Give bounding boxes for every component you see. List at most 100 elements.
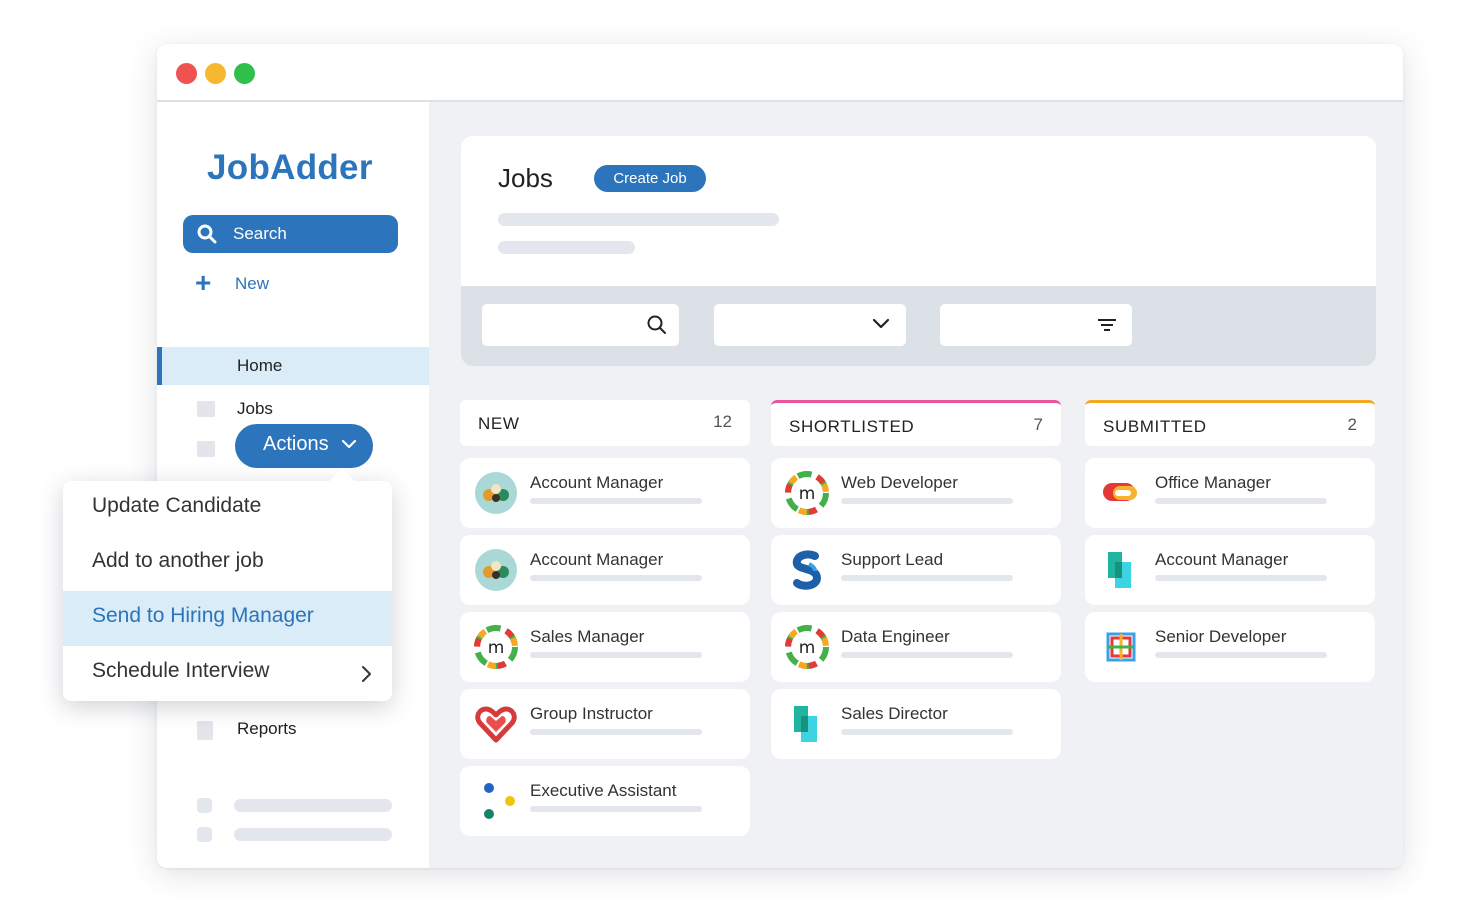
job-card[interactable]: m Web Developer	[771, 458, 1061, 528]
skeleton-bar	[234, 828, 392, 841]
column-count: 2	[1347, 415, 1357, 434]
new-label: New	[235, 274, 270, 293]
actions-label: Actions	[263, 433, 329, 455]
column-header-submitted: SUBMITTED 2	[1085, 400, 1375, 446]
search-label: Search	[233, 224, 287, 243]
job-card[interactable]: Account Manager	[460, 535, 750, 605]
job-card[interactable]: Group Instructor	[460, 689, 750, 759]
skeleton-bar	[1155, 652, 1327, 658]
search-button[interactable]: Search	[183, 215, 398, 253]
skeleton-icon	[197, 798, 212, 813]
menu-item-schedule-interview[interactable]: Schedule Interview	[63, 646, 392, 701]
job-card[interactable]: Account Manager	[460, 458, 750, 528]
svg-text:m: m	[799, 484, 816, 504]
column-title: SUBMITTED	[1103, 417, 1207, 436]
job-card[interactable]: m Sales Manager	[460, 612, 750, 682]
job-card[interactable]: Account Manager	[1085, 535, 1375, 605]
skeleton-bar	[841, 498, 1013, 504]
skeleton-bar	[530, 652, 702, 658]
svg-text:m: m	[799, 638, 816, 658]
job-title: Data Engineer	[841, 627, 950, 646]
nav-reports-label: Reports	[237, 719, 297, 738]
skeleton-bar	[234, 799, 392, 812]
blocks-logo	[1108, 552, 1131, 588]
briefcase-icon	[197, 441, 215, 457]
menu-item-label: Schedule Interview	[92, 659, 270, 682]
job-card[interactable]: Senior Developer	[1085, 612, 1375, 682]
close-dot[interactable]	[176, 63, 197, 84]
job-title: Web Developer	[841, 473, 958, 492]
filter-search-input[interactable]	[482, 304, 679, 346]
nav-home-label: Home	[237, 356, 283, 375]
grid-logo	[1106, 632, 1136, 662]
skeleton-bar	[530, 498, 702, 504]
nav-jobs-label: Jobs	[237, 399, 273, 418]
column-title: NEW	[478, 414, 520, 433]
menu-item-label: Update Candidate	[92, 494, 262, 517]
column-header-shortlisted: SHORTLISTED 7	[771, 400, 1061, 446]
job-title: Account Manager	[1155, 550, 1289, 569]
actions-menu: Update Candidate Add to another job Send…	[63, 468, 392, 701]
plus-icon: +	[195, 267, 212, 298]
job-card[interactable]: Office Manager	[1085, 458, 1375, 528]
job-title: Senior Developer	[1155, 627, 1287, 646]
job-title: Group Instructor	[530, 704, 653, 723]
menu-item-update-candidate[interactable]: Update Candidate	[63, 481, 392, 536]
actions-button[interactable]: Actions	[235, 424, 373, 468]
document-icon	[197, 721, 213, 740]
wonderful-logo	[475, 472, 517, 514]
filter-sort[interactable]	[940, 304, 1132, 346]
briefcase-icon	[197, 401, 215, 417]
m-logo: m	[785, 625, 829, 669]
job-title: Office Manager	[1155, 473, 1271, 492]
create-job-button[interactable]: Create Job	[594, 165, 706, 192]
skeleton-bar	[1155, 575, 1327, 581]
column-header-new: NEW 12	[460, 400, 750, 446]
skeleton-bar	[498, 213, 779, 226]
menu-item-label: Add to another job	[92, 549, 264, 572]
chat-logo	[1103, 483, 1137, 501]
s-logo	[792, 550, 822, 590]
dots-logo	[484, 783, 515, 819]
filter-bar	[461, 286, 1376, 366]
heart-logo	[475, 706, 517, 743]
skeleton-bar	[841, 729, 1013, 735]
job-card[interactable]: Executive Assistant	[460, 766, 750, 836]
search-icon	[647, 315, 666, 334]
menu-item-send-to-hiring-manager[interactable]: Send to Hiring Manager	[63, 591, 392, 646]
menu-item-add-to-job[interactable]: Add to another job	[63, 536, 392, 591]
maximize-dot[interactable]	[234, 63, 255, 84]
svg-text:m: m	[488, 638, 505, 658]
skeleton-bar	[841, 575, 1013, 581]
job-title: Account Manager	[530, 473, 664, 492]
menu-item-label: Send to Hiring Manager	[92, 604, 314, 627]
filter-icon	[1098, 319, 1116, 331]
job-title: Sales Manager	[530, 627, 645, 646]
title-bar	[157, 44, 1403, 102]
blocks-logo	[794, 706, 817, 742]
skeleton-bar	[530, 575, 702, 581]
job-title: Executive Assistant	[530, 781, 677, 800]
chevron-down-icon	[341, 439, 357, 449]
minimize-dot[interactable]	[205, 63, 226, 84]
skeleton-bar	[530, 806, 702, 812]
column-count: 12	[713, 412, 732, 431]
search-icon	[197, 224, 217, 244]
skeleton-bar	[498, 241, 635, 254]
column-count: 7	[1033, 415, 1043, 434]
job-title: Support Lead	[841, 550, 944, 569]
job-card[interactable]: Sales Director	[771, 689, 1061, 759]
jobs-header-card: Jobs Create Job	[461, 136, 1376, 366]
main-content: Jobs Create Job NEW 12 SHORTLISTED 7 SUB…	[429, 102, 1403, 868]
job-title: Account Manager	[530, 550, 664, 569]
skeleton-bar	[841, 652, 1013, 658]
job-title: Sales Director	[841, 704, 948, 723]
job-card[interactable]: Support Lead	[771, 535, 1061, 605]
m-logo: m	[474, 625, 518, 669]
skeleton-bar	[530, 729, 702, 735]
wonderful-logo	[475, 549, 517, 591]
job-card[interactable]: m Data Engineer	[771, 612, 1061, 682]
filter-dropdown[interactable]	[714, 304, 906, 346]
skeleton-bar	[1155, 498, 1327, 504]
nav-item-home[interactable]: Home	[157, 347, 429, 385]
